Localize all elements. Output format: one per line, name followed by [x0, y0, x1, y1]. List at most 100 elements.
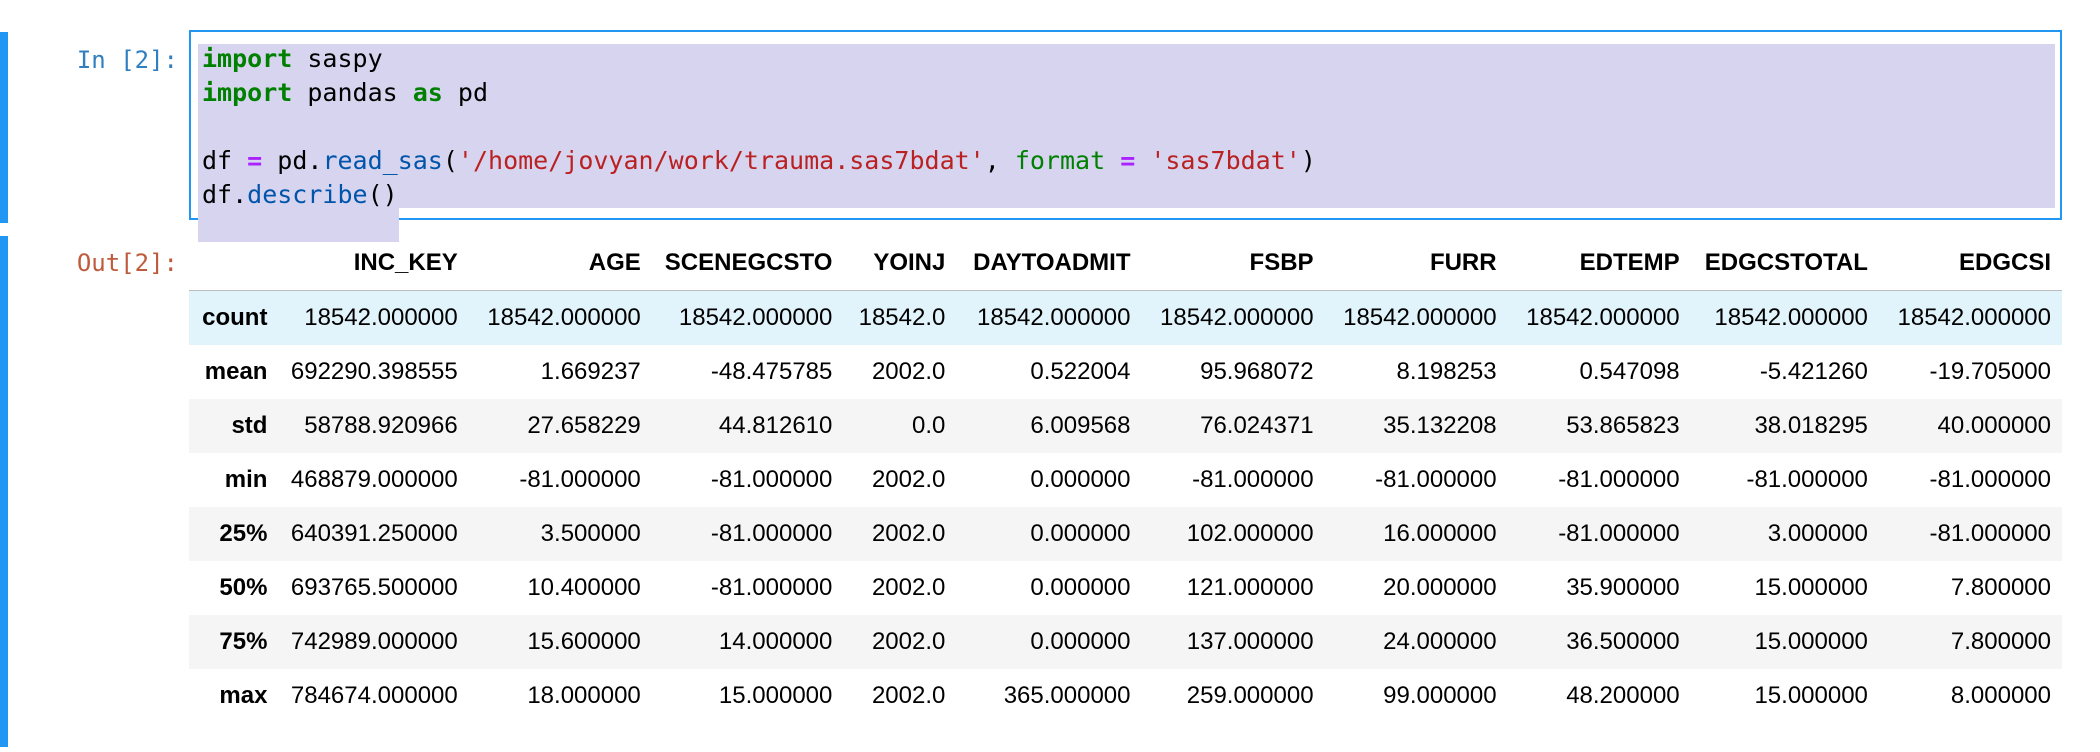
- table-cell: 18542.000000: [1160, 303, 1314, 331]
- table-cell: 27.658229: [527, 411, 641, 439]
- table-cell: -81.000000: [710, 465, 833, 493]
- code-line: df.describe(): [202, 178, 1316, 212]
- table-cell: 76.024371: [1200, 411, 1314, 439]
- output-prompt: Out[2]:: [76, 249, 178, 277]
- table-cell: 0.000000: [1030, 465, 1131, 493]
- column-header: YOINJ: [843, 236, 957, 291]
- table-corner: [189, 236, 279, 291]
- table-row: 25% 640391.250000 3.500000 -81.000000 2002.0…: [189, 506, 2062, 561]
- code-token: as: [412, 78, 443, 107]
- table-cell: 18542.000000: [1714, 303, 1868, 331]
- table-cell: 468879.000000: [290, 465, 458, 493]
- table-cell: -5.421260: [1759, 357, 1868, 385]
- table-cell: 14.000000: [718, 627, 833, 655]
- table-cell: 8.000000: [1950, 681, 2051, 709]
- table-row: mean 692290.398555 1.669237 -48.475785 2002.…: [189, 345, 2062, 399]
- table-cell: 20.000000: [1383, 573, 1497, 601]
- table-cell: 35.900000: [1566, 573, 1680, 601]
- table-cell: 121.000000: [1186, 573, 1314, 601]
- table-cell: 95.968072: [1200, 357, 1314, 385]
- table-cell: 8.198253: [1396, 357, 1497, 385]
- code-text[interactable]: import saspy import pandas as pd df = pd.r…: [202, 42, 1316, 212]
- table-row: std 58788.920966 27.658229 44.812610 0.0 6.00…: [189, 398, 2062, 453]
- table-cell: 7.800000: [1950, 573, 2051, 601]
- table-cell: 259.000000: [1186, 681, 1314, 709]
- table-cell: 2002.0: [871, 681, 946, 709]
- table-cell: 3.500000: [540, 519, 641, 547]
- column-header: EDTEMP: [1507, 236, 1691, 291]
- table-cell: 2002.0: [871, 627, 946, 655]
- code-token: =: [247, 146, 263, 175]
- table-cell: 0.000000: [1030, 573, 1131, 601]
- code-token: (: [442, 146, 458, 175]
- table-cell: 99.000000: [1383, 681, 1497, 709]
- table-cell: 2002.0: [871, 519, 946, 547]
- table-cell: -81.000000: [1746, 465, 1868, 493]
- table-cell: 102.000000: [1186, 519, 1314, 547]
- table-cell: 0.0: [911, 411, 946, 439]
- table-cell: 640391.250000: [290, 519, 458, 547]
- output-area: INC_KEY AGE SCENEGCSTO YOINJ DAYTOADMIT FSBP F…: [189, 236, 2062, 726]
- code-token: ): [1300, 146, 1316, 175]
- table-cell: 36.500000: [1566, 627, 1680, 655]
- table-cell: 693765.500000: [290, 573, 458, 601]
- table-cell: 3.000000: [1767, 519, 1868, 547]
- row-label: std: [231, 411, 268, 439]
- table-cell: 2002.0: [871, 465, 946, 493]
- table-cell: 0.522004: [1030, 357, 1131, 385]
- code-token: saspy: [292, 44, 383, 73]
- code-token: pandas: [292, 78, 413, 107]
- table-cell: -81.000000: [519, 465, 641, 493]
- table-cell: 40.000000: [1937, 411, 2051, 439]
- table-cell: 18542.000000: [678, 303, 833, 331]
- table-cell: 24.000000: [1383, 627, 1497, 655]
- table-cell: 44.812610: [718, 411, 833, 439]
- table-cell: 7.800000: [1950, 627, 2051, 655]
- table-cell: 6.009568: [1030, 411, 1131, 439]
- code-token: pd.: [262, 146, 323, 175]
- code-token: ,: [984, 146, 1015, 175]
- table-cell: -81.000000: [1929, 465, 2051, 493]
- column-header: FSBP: [1141, 236, 1325, 291]
- row-label: 50%: [219, 573, 268, 601]
- table-cell: 742989.000000: [290, 627, 458, 655]
- table-cell: 1.669237: [540, 357, 641, 385]
- table-cell: 15.000000: [1754, 627, 1868, 655]
- code-line: import pandas as pd: [202, 76, 1316, 110]
- table-cell: 692290.398555: [290, 357, 458, 385]
- row-label: 75%: [219, 627, 268, 655]
- table-cell: 18542.000000: [977, 303, 1131, 331]
- table-cell: 0.547098: [1579, 357, 1680, 385]
- table-cell: 16.000000: [1383, 519, 1497, 547]
- row-label: mean: [204, 357, 268, 385]
- code-token: (): [367, 180, 398, 209]
- table-cell: -81.000000: [1929, 519, 2051, 547]
- table-cell: 53.865823: [1566, 411, 1680, 439]
- table-cell: 38.018295: [1754, 411, 1868, 439]
- column-header: DAYTOADMIT: [956, 236, 1142, 291]
- table-cell: 18542.000000: [1526, 303, 1680, 331]
- code-token: describe: [247, 180, 368, 209]
- table-cell: 0.000000: [1030, 627, 1131, 655]
- code-editor[interactable]: import saspy import pandas as pd df = pd.r…: [189, 30, 2062, 242]
- table-cell: 35.132208: [1383, 411, 1497, 439]
- table-cell: 18.000000: [527, 681, 641, 709]
- column-header: SCENEGCSTO: [651, 236, 844, 291]
- column-header: INC_KEY: [278, 236, 469, 291]
- column-header: AGE: [468, 236, 652, 291]
- table-cell: -81.000000: [710, 519, 833, 547]
- code-token: format: [1014, 146, 1106, 175]
- table-cell: -81.000000: [1558, 465, 1680, 493]
- input-prompt: In [2]:: [76, 46, 178, 74]
- table-cell: 48.200000: [1566, 681, 1680, 709]
- table-cell: 137.000000: [1186, 627, 1314, 655]
- row-label: 25%: [219, 519, 268, 547]
- code-token: '/home/jovyan/work/trauma.sas7bdat': [457, 146, 985, 175]
- row-label: count: [202, 303, 268, 331]
- column-header: EDGCSI: [1878, 236, 2062, 291]
- table-cell: -81.000000: [1558, 519, 1680, 547]
- code-token: import: [202, 44, 293, 73]
- table-cell: 10.400000: [527, 573, 641, 601]
- table-row: min 468879.000000 -81.000000 -81.000000 2002…: [189, 453, 2062, 507]
